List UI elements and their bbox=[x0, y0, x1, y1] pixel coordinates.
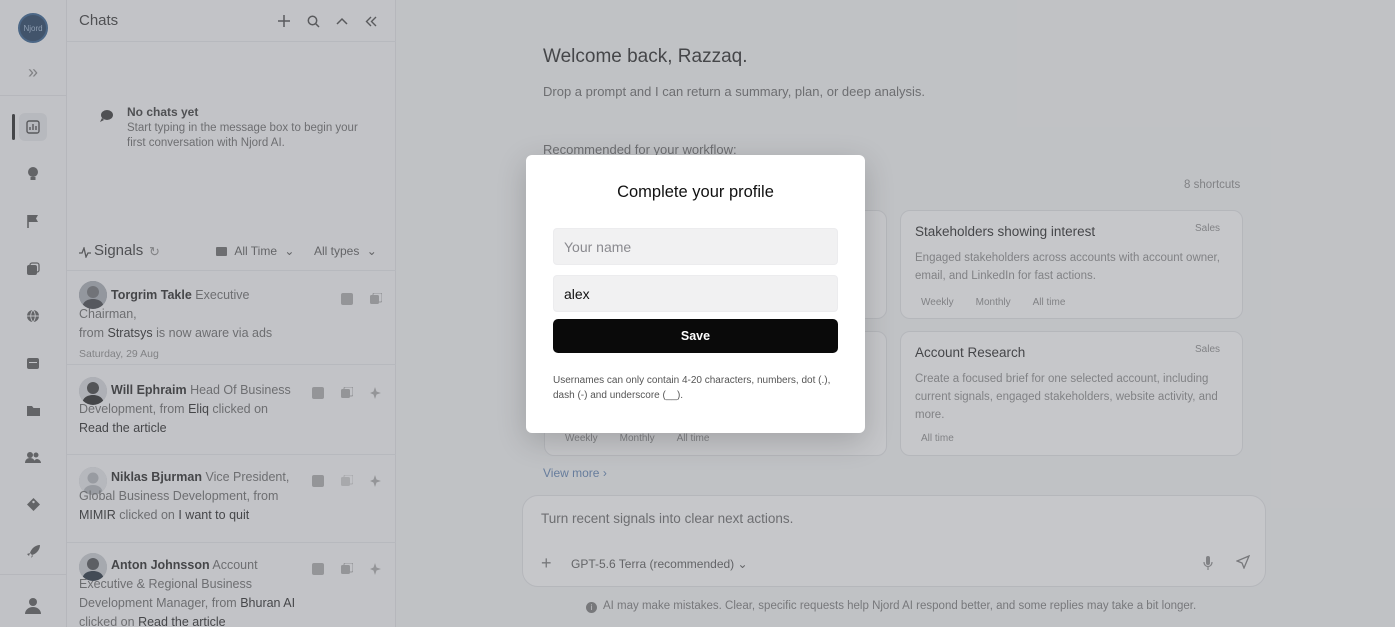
username-input[interactable] bbox=[553, 275, 838, 312]
save-button[interactable]: Save bbox=[553, 319, 838, 353]
name-input[interactable] bbox=[553, 228, 838, 265]
username-hint: Usernames can only contain 4-20 characte… bbox=[553, 375, 831, 401]
modal-title: Complete your profile bbox=[617, 183, 774, 201]
complete-profile-modal: Complete your profile Save Usernames can… bbox=[526, 155, 865, 433]
